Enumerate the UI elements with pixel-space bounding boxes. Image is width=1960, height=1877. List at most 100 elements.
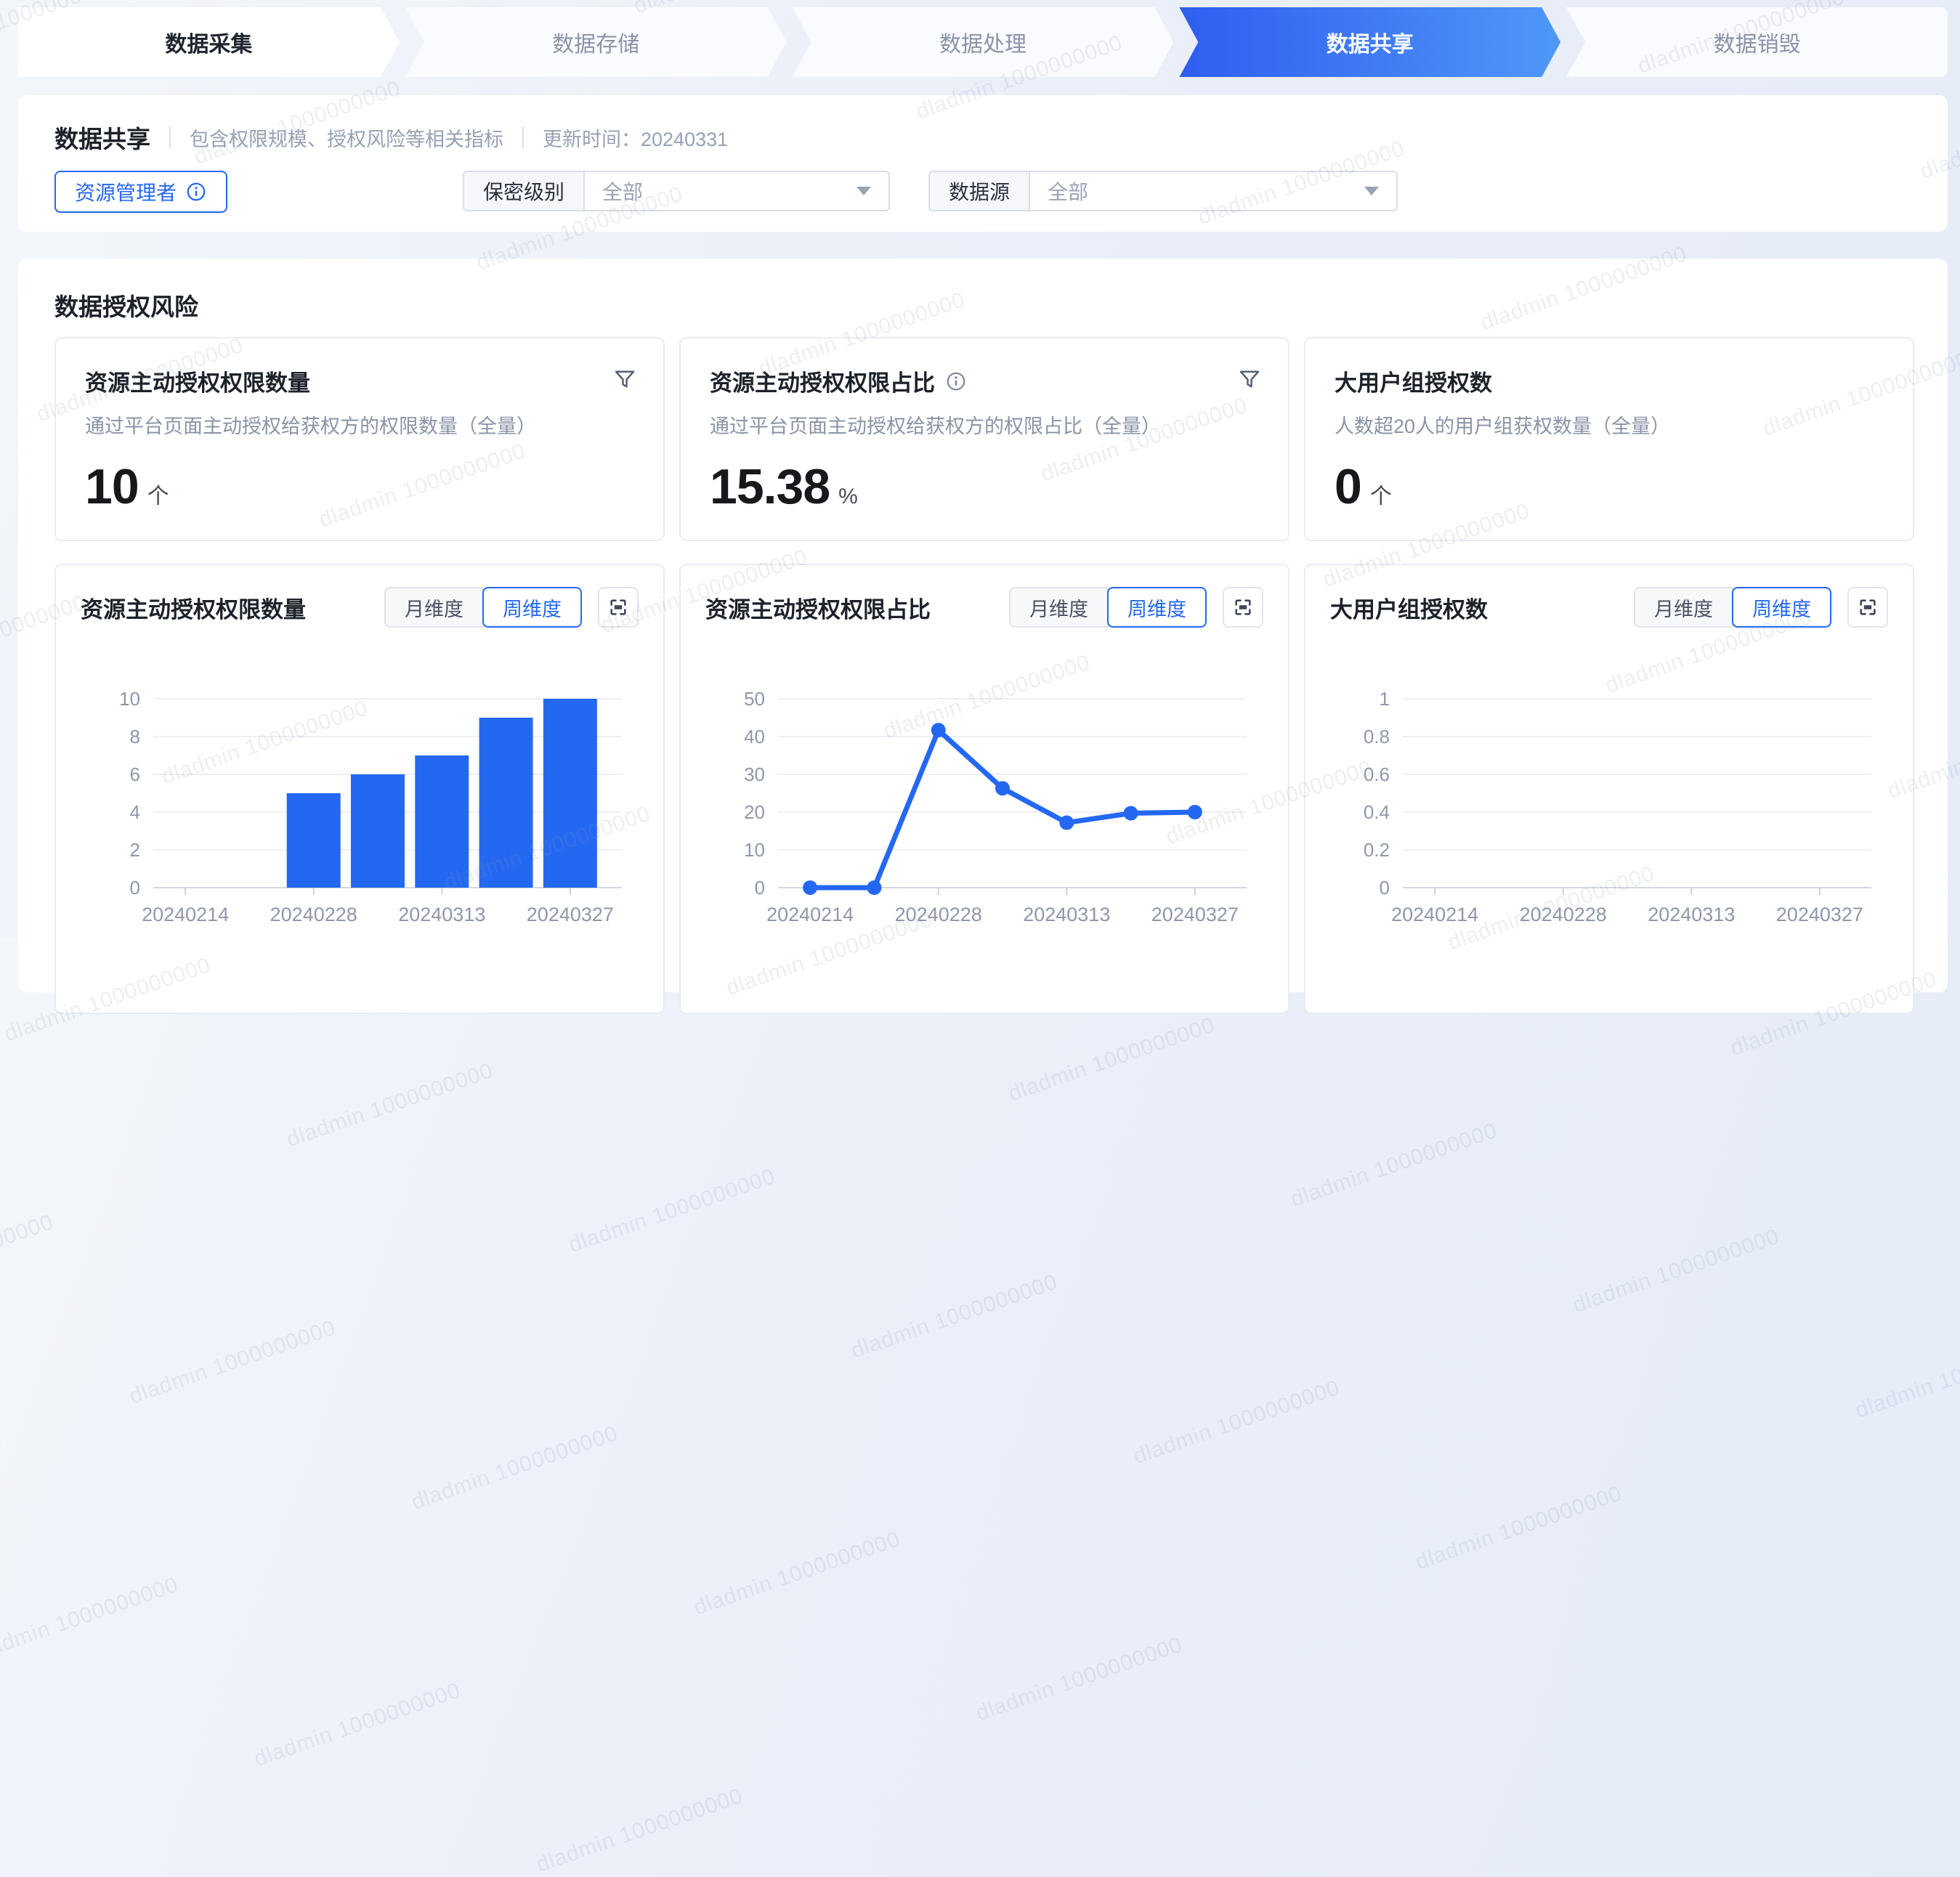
data-source-select[interactable]: 数据源 全部 [928,171,1398,211]
stat-card-subtitle: 通过平台页面主动授权给获权方的权限占比（全量） [710,410,1259,439]
update-time: 更新时间：20240331 [543,123,728,152]
toggle-week[interactable]: 周维度 [1107,587,1207,628]
resource-manager-button[interactable]: 资源管理者 [54,171,227,213]
watermark-text: dladmin 1000000000 [251,1678,464,1772]
info-icon [185,181,207,203]
toggle-week[interactable]: 周维度 [1732,587,1831,628]
tab-data-collection[interactable]: 数据采集 [18,7,400,77]
svg-text:20240313: 20240313 [1023,904,1110,925]
dimension-toggle: 月维度 周维度 [1009,587,1207,628]
dimension-toggle: 月维度 周维度 [1634,587,1831,628]
chart-card-auth-count: 资源主动授权权限数量 月维度 周维度 024681020240214202402… [54,564,665,1014]
stat-card-title: 大用户组授权数 [1335,365,1492,397]
stat-number: 0 [1335,458,1361,515]
stat-number: 15.38 [710,458,830,515]
secrecy-level-select[interactable]: 保密级别 全部 [463,171,890,211]
svg-text:0: 0 [130,877,140,899]
svg-text:50: 50 [744,688,765,710]
main-panel: 数据授权风险 资源主动授权权限数量 通过平台页面主动授权给获权方的权限数量（全量… [18,259,1948,992]
toggle-month[interactable]: 月维度 [384,587,484,628]
watermark-text: dladmin 1000000000 [1005,1013,1218,1106]
svg-text:20240313: 20240313 [1648,904,1735,925]
toggle-month[interactable]: 月维度 [1634,587,1733,628]
svg-text:10: 10 [744,839,765,861]
svg-text:20240214: 20240214 [1391,904,1478,925]
secrecy-level-value: 全部 [585,172,857,210]
watermark-text: dladmin 1000000000 [848,1270,1061,1363]
data-source-value: 全部 [1030,172,1364,210]
watermark-text: dladmin 1000000000 [126,1315,339,1409]
stat-value: 15.38 % [710,458,858,515]
chart-title: 大用户组授权数 [1330,591,1488,624]
svg-text:0.8: 0.8 [1364,726,1390,747]
line-chart-canvas: 0102030405020240214202402282024031320240… [705,648,1265,946]
watermark-text: dladmin 1000000000 [566,1164,779,1258]
svg-text:0: 0 [755,877,765,899]
svg-text:20: 20 [744,801,765,823]
tab-data-sharing-active[interactable]: 数据共享 [1179,7,1560,77]
secrecy-level-label: 保密级别 [464,172,585,210]
empty-chart-canvas: 00.20.40.60.8120240214202402282024031320… [1330,648,1890,946]
stat-card-big-group-count: 大用户组授权数 人数超20人的用户组获权数量（全量） 0 个 [1304,337,1914,541]
svg-text:6: 6 [130,763,140,785]
svg-text:20240214: 20240214 [766,904,854,925]
watermark-text: dladmin 1000000000 [0,1210,57,1304]
svg-text:20240313: 20240313 [398,904,485,925]
stat-value: 0 个 [1335,458,1392,515]
svg-text:20240228: 20240228 [1520,904,1607,925]
tab-data-processing[interactable]: 数据处理 [793,7,1174,77]
svg-text:4: 4 [130,801,140,823]
tab-data-destruction[interactable]: 数据销毁 [1566,7,1948,77]
svg-text:2: 2 [130,839,140,861]
toggle-month[interactable]: 月维度 [1009,587,1109,628]
filter-icon[interactable] [1237,368,1262,392]
page-title: 数据共享 [54,120,150,155]
toggle-week[interactable]: 周维度 [482,587,582,628]
chart-card-big-group: 大用户组授权数 月维度 周维度 00.20.40.60.812024021420… [1304,564,1914,1014]
chart-cards-row: 资源主动授权权限数量 月维度 周维度 024681020240214202402… [54,564,1948,1014]
svg-text:20240214: 20240214 [142,904,229,925]
watermark-text: dladmin 1000000000 [408,1422,621,1515]
tab-label: 数据存储 [552,26,639,58]
fullscreen-icon[interactable] [598,587,639,628]
resource-manager-label: 资源管理者 [75,177,177,206]
bar-chart-canvas: 024681020240214202402282024031320240327 [81,648,640,946]
stat-card-title: 资源主动授权权限数量 [85,365,310,397]
chart-card-auth-ratio: 资源主动授权权限占比 月维度 周维度 010203040502024021420… [679,564,1289,1014]
divider [522,126,524,148]
page-description: 包含权限规模、授权风险等相关指标 [190,123,503,152]
stat-card-subtitle: 通过平台页面主动授权给获权方的权限数量（全量） [85,410,634,439]
tab-label: 数据采集 [165,26,252,58]
watermark-text: dladmin 1000000000 [0,1573,182,1666]
watermark-text: dladmin 1000000000 [1412,1481,1625,1575]
info-icon[interactable] [945,370,967,392]
stat-number: 10 [85,458,139,515]
watermark-text: dladmin 1000000000 [691,1527,904,1621]
tab-label: 数据销毁 [1714,26,1801,58]
fullscreen-icon[interactable] [1223,587,1263,628]
stat-unit: 个 [1370,478,1392,510]
stat-card-auth-count: 资源主动授权权限数量 通过平台页面主动授权给获权方的权限数量（全量） 10 个 [54,337,665,541]
watermark-text: dladmin 1000000000 [1288,1119,1501,1212]
svg-text:0.4: 0.4 [1364,801,1390,823]
svg-text:0: 0 [1380,877,1390,899]
process-step-tabs: 数据采集 数据存储 数据处理 数据共享 数据销毁 [18,7,1948,77]
watermark-text: dladmin 1000000000 [533,1784,746,1877]
header-panel: 数据共享 包含权限规模、授权风险等相关指标 更新时间：20240331 资源管理… [18,95,1948,232]
svg-text:8: 8 [130,726,140,747]
filter-icon[interactable] [612,368,637,392]
stat-card-subtitle: 人数超20人的用户组获权数量（全量） [1335,410,1884,439]
dimension-toggle: 月维度 周维度 [384,587,582,628]
divider [169,126,171,148]
stat-card-title: 资源主动授权权限占比 [710,365,935,397]
stat-value: 10 个 [85,458,169,515]
svg-text:20240327: 20240327 [527,904,614,925]
watermark-text: dladmin 1000000000 [1130,1376,1343,1469]
tab-label: 数据处理 [939,26,1026,58]
caret-down-icon [1364,187,1379,195]
watermark-text: dladmin 1000000000 [1852,1330,1960,1424]
fullscreen-icon[interactable] [1847,587,1888,628]
tab-data-storage[interactable]: 数据存储 [405,7,787,77]
data-source-label: 数据源 [930,172,1030,210]
svg-text:30: 30 [744,763,765,785]
